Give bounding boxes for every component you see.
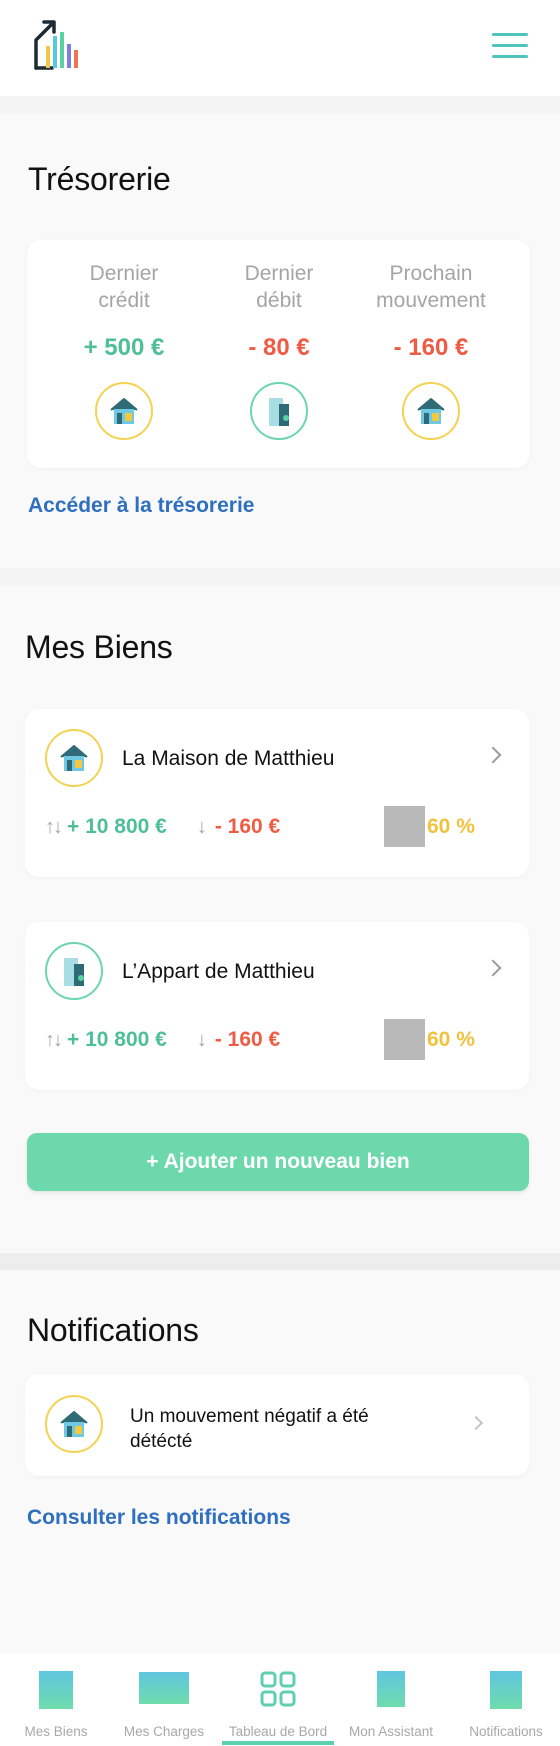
apartment-icon: [45, 942, 103, 1000]
bien-credit: + 10 800 €: [67, 815, 167, 838]
bien-name: L’Appart de Matthieu: [122, 960, 315, 983]
biens-title: Mes Biens: [25, 629, 173, 665]
house-icon: [95, 382, 153, 440]
bien-name: La Maison de Matthieu: [122, 747, 335, 770]
bien-debit: - 160 €: [214, 1028, 281, 1051]
tresorerie-next-movement[interactable]: Prochain mouvement - 160 €: [356, 260, 506, 440]
tres-amount: - 160 €: [393, 334, 469, 361]
progress-placeholder: [384, 1019, 425, 1060]
tab-label: Mon Assistant: [348, 1724, 434, 1739]
house-icon: [45, 729, 103, 787]
notification-text: Un mouvement négatif a été détécté: [130, 1406, 369, 1452]
active-tab-indicator: [222, 1741, 334, 1745]
notifications-icon: [490, 1671, 522, 1709]
chevron-right-icon[interactable]: [484, 746, 502, 764]
up-down-arrows-icon: ↑↓: [45, 1028, 63, 1051]
house-icon: [402, 382, 460, 440]
dashboard-grid-icon: [260, 1671, 296, 1707]
bien-card-maison[interactable]: La Maison de Matthieu ↑↓ + 10 800 € ↓ - …: [25, 709, 529, 877]
tab-mes-biens[interactable]: Mes Biens: [0, 1653, 112, 1746]
tresorerie-last-debit[interactable]: Dernier débit - 80 €: [204, 260, 354, 440]
bien-percent: 60 %: [427, 1028, 475, 1051]
tresorerie-section: Trésorerie Dernier crédit + 500 € Dernie…: [0, 113, 560, 568]
hamburger-menu-icon[interactable]: [492, 33, 528, 59]
mon-assistant-icon: [377, 1671, 405, 1707]
down-arrow-icon: ↓: [196, 1028, 207, 1051]
bien-stats: ↑↓ + 10 800 € ↓ - 160 €: [45, 815, 280, 839]
notification-item[interactable]: Un mouvement négatif a été détécté: [25, 1374, 529, 1476]
mes-charges-icon: [139, 1672, 189, 1704]
tresorerie-last-credit[interactable]: Dernier crédit + 500 €: [49, 260, 199, 440]
chevron-right-icon[interactable]: [484, 959, 502, 977]
tab-tableau-de-bord[interactable]: Tableau de Bord: [222, 1653, 334, 1746]
tres-label: Dernier débit: [244, 262, 314, 312]
up-down-arrows-icon: ↑↓: [45, 815, 63, 838]
tres-amount: - 80 €: [248, 334, 310, 361]
tab-notifications[interactable]: Notifications: [450, 1653, 560, 1746]
bien-debit: - 160 €: [214, 815, 281, 838]
bien-card-appart[interactable]: L’Appart de Matthieu ↑↓ + 10 800 € ↓ - 1…: [25, 922, 529, 1090]
bien-credit: + 10 800 €: [67, 1028, 167, 1051]
add-bien-button[interactable]: + Ajouter un nouveau bien: [27, 1133, 529, 1191]
house-bars-logo-icon[interactable]: [30, 18, 82, 72]
tres-label: Prochain mouvement: [376, 262, 486, 312]
apartment-icon: [250, 382, 308, 440]
app-header: [0, 0, 560, 96]
tres-label: Dernier crédit: [89, 262, 159, 312]
tab-label: Mes Biens: [24, 1724, 88, 1739]
mes-biens-icon: [39, 1671, 73, 1709]
tresorerie-card: Dernier crédit + 500 € Dernier débit - 8…: [27, 240, 530, 468]
notifications-link[interactable]: Consulter les notifications: [27, 1506, 291, 1530]
tab-mes-charges[interactable]: Mes Charges: [108, 1653, 220, 1746]
notifications-title: Notifications: [27, 1312, 199, 1348]
tab-mon-assistant[interactable]: Mon Assistant: [335, 1653, 447, 1746]
down-arrow-icon: ↓: [196, 815, 207, 838]
tab-label: Notifications: [469, 1724, 543, 1739]
chevron-right-icon[interactable]: [468, 1415, 484, 1431]
bien-percent: 60 %: [427, 815, 475, 838]
tresorerie-title: Trésorerie: [28, 161, 171, 197]
tresorerie-link[interactable]: Accéder à la trésorerie: [28, 494, 254, 518]
tres-amount: + 500 €: [83, 334, 165, 361]
tab-label: Tableau de Bord: [228, 1724, 328, 1739]
house-icon: [45, 1395, 103, 1453]
progress-placeholder: [384, 806, 425, 847]
bottom-tab-bar: Mes Biens Mes Charges Tableau de Bord Mo…: [0, 1653, 560, 1746]
bien-stats: ↑↓ + 10 800 € ↓ - 160 €: [45, 1028, 280, 1052]
tab-label: Mes Charges: [123, 1724, 205, 1739]
